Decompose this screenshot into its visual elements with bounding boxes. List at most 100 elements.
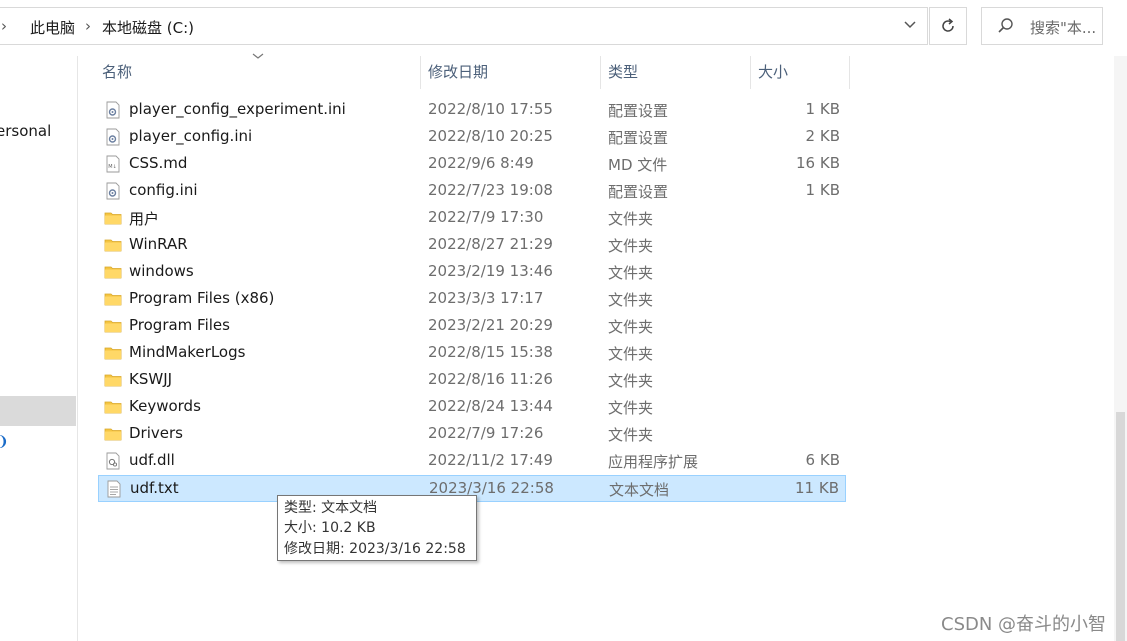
file-name: WinRAR [129, 235, 188, 253]
file-type: 配置设置 [608, 102, 669, 120]
file-row[interactable]: M↓ CSS.md 2022/9/6 8:49 MD 文件 16 KB [98, 151, 846, 178]
file-row[interactable]: player_config.ini 2022/8/10 20:25 配置设置 2 KB [98, 124, 846, 151]
file-name: player_config.ini [129, 127, 253, 145]
file-size: 6 KB [805, 451, 840, 469]
address-toolbar: › 此电脑 › 本地磁盘 (C:) 搜索"本... [0, 0, 1127, 56]
file-size: 16 KB [796, 154, 840, 172]
breadcrumb-local-disk[interactable]: 本地磁盘 (C:) [102, 17, 194, 38]
file-date: 2022/11/2 17:49 [428, 451, 553, 469]
file-date: 2023/2/19 13:46 [428, 262, 553, 280]
chevron-right-icon[interactable]: › [85, 17, 91, 35]
settings-file-icon [104, 128, 122, 146]
settings-file-icon [104, 182, 122, 200]
folder-icon [104, 344, 122, 362]
file-date: 2022/7/23 19:08 [428, 181, 553, 199]
tooltip-date: 修改日期: 2023/3/16 22:58 [284, 541, 466, 557]
file-date: 2022/8/10 17:55 [428, 100, 553, 118]
file-row[interactable]: Drivers 2022/7/9 17:26 文件夹 [98, 421, 846, 448]
file-name: Program Files (x86) [129, 289, 275, 307]
file-name: config.ini [129, 181, 198, 199]
chevron-down-icon[interactable] [897, 17, 923, 37]
file-row[interactable]: Program Files 2023/2/21 20:29 文件夹 [98, 313, 846, 340]
folder-icon [104, 371, 122, 389]
file-date: 2022/8/15 15:38 [428, 343, 553, 361]
breadcrumb-this-pc[interactable]: 此电脑 [30, 17, 75, 38]
file-row[interactable]: player_config_experiment.ini 2022/8/10 17… [98, 97, 846, 124]
file-name: CSS.md [129, 154, 188, 172]
file-row[interactable]: udf.dll 2022/11/2 17:49 应用程序扩展 6 KB [98, 448, 846, 475]
file-type: 应用程序扩展 [608, 453, 699, 471]
file-date: 2022/9/6 8:49 [428, 154, 534, 172]
folder-icon [104, 263, 122, 281]
file-row[interactable]: MindMakerLogs 2022/8/15 15:38 文件夹 [98, 340, 846, 367]
file-date: 2022/8/24 13:44 [428, 397, 553, 415]
file-row[interactable]: WinRAR 2022/8/27 21:29 文件夹 [98, 232, 846, 259]
file-size: 11 KB [795, 479, 839, 497]
file-type: 文本文档 [609, 481, 670, 499]
file-date: 2022/7/9 17:30 [428, 208, 544, 226]
search-icon [998, 18, 1013, 33]
file-type: 配置设置 [608, 129, 669, 147]
address-bar[interactable]: › 此电脑 › 本地磁盘 (C:) [0, 7, 928, 45]
nav-item-icon[interactable]: ❩ [0, 434, 9, 450]
file-name: udf.dll [129, 451, 175, 469]
file-row[interactable]: Keywords 2022/8/24 13:44 文件夹 [98, 394, 846, 421]
file-name: Keywords [129, 397, 201, 415]
folder-icon [104, 425, 122, 443]
file-size: 2 KB [805, 127, 840, 145]
column-header-name[interactable]: 名称 [98, 56, 421, 89]
file-name: udf.txt [130, 479, 179, 497]
file-row[interactable]: config.ini 2022/7/23 19:08 配置设置 1 KB [98, 178, 846, 205]
tooltip-size: 大小: 10.2 KB [284, 520, 376, 536]
column-header-type[interactable]: 类型 [601, 56, 751, 89]
refresh-button[interactable] [929, 7, 967, 45]
column-header-date[interactable]: 修改日期 [421, 56, 601, 89]
file-date: 2022/8/16 11:26 [428, 370, 553, 388]
file-tooltip: 类型: 文本文档 大小: 10.2 KB 修改日期: 2023/3/16 22:… [277, 495, 477, 561]
nav-item-selected[interactable] [0, 396, 76, 426]
file-date: 2022/7/9 17:26 [428, 424, 544, 442]
file-type: 文件夹 [608, 345, 654, 363]
file-name: 用户 [129, 210, 160, 228]
file-row[interactable]: KSWJJ 2022/8/16 11:26 文件夹 [98, 367, 846, 394]
folder-icon [104, 317, 122, 335]
navigation-pane: ersonal ❩ [0, 56, 78, 641]
file-name: player_config_experiment.ini [129, 100, 346, 118]
file-date: 2022/8/27 21:29 [428, 235, 553, 253]
nav-item-personal[interactable]: ersonal [0, 122, 51, 140]
file-type: 文件夹 [608, 210, 654, 228]
text-file-icon [105, 480, 123, 498]
file-type: 文件夹 [608, 237, 654, 255]
file-size: 1 KB [805, 181, 840, 199]
search-placeholder[interactable]: 搜索"本... [1030, 17, 1096, 38]
tooltip-type: 类型: 文本文档 [284, 500, 378, 516]
file-row[interactable]: Program Files (x86) 2023/3/3 17:17 文件夹 [98, 286, 846, 313]
file-type: 文件夹 [608, 318, 654, 336]
file-type: 文件夹 [608, 372, 654, 390]
dll-file-icon [104, 452, 122, 470]
file-row[interactable]: windows 2023/2/19 13:46 文件夹 [98, 259, 846, 286]
refresh-icon [942, 18, 954, 32]
file-name: MindMakerLogs [129, 343, 246, 361]
folder-icon [104, 236, 122, 254]
search-box[interactable]: 搜索"本... [981, 7, 1103, 45]
file-date: 2023/3/3 17:17 [428, 289, 544, 307]
column-header-size[interactable]: 大小 [751, 56, 850, 89]
folder-icon [104, 398, 122, 416]
file-name: windows [129, 262, 194, 280]
file-name: KSWJJ [129, 370, 173, 388]
file-type: 文件夹 [608, 291, 654, 309]
file-row[interactable]: 用户 2022/7/9 17:30 文件夹 [98, 205, 846, 232]
file-type: MD 文件 [608, 156, 668, 174]
file-type: 配置设置 [608, 183, 669, 201]
file-size: 1 KB [805, 100, 840, 118]
scrollbar-thumb[interactable] [1116, 412, 1125, 641]
svg-text:M↓: M↓ [108, 164, 117, 170]
file-date: 2022/8/10 20:25 [428, 127, 553, 145]
file-date: 2023/2/21 20:29 [428, 316, 553, 334]
file-name: Drivers [129, 424, 183, 442]
folder-icon [104, 290, 122, 308]
file-type: 文件夹 [608, 399, 654, 417]
chevron-right-icon[interactable]: › [1, 17, 7, 35]
markdown-file-icon: M↓ [104, 155, 122, 173]
